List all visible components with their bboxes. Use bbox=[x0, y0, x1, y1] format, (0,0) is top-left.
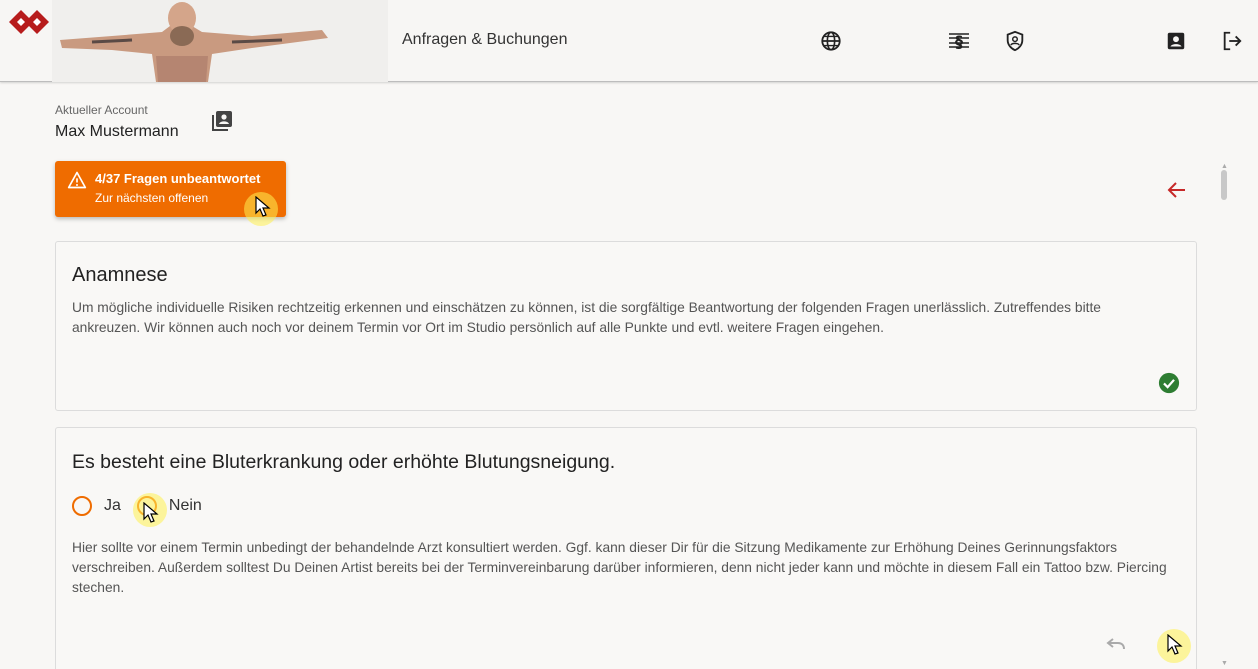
card-description: Um mögliche individuelle Risiken rechtze… bbox=[72, 300, 1101, 335]
scrollbar-thumb[interactable] bbox=[1221, 170, 1227, 200]
svg-text:§: § bbox=[955, 32, 963, 51]
hero-image bbox=[52, 0, 388, 82]
account-name: Max Mustermann bbox=[55, 123, 179, 140]
unanswered-count: 4/37 Fragen unbeantwortet bbox=[95, 171, 261, 186]
anamnese-card: Anamnese Um mögliche individuelle Risike… bbox=[55, 241, 1197, 411]
card-title: Anamnese bbox=[72, 264, 168, 286]
question-card: Es besteht eine Bluterkrankung oder erhö… bbox=[55, 427, 1197, 669]
switch-account-icon[interactable] bbox=[210, 109, 234, 133]
globe-icon[interactable] bbox=[819, 29, 843, 53]
paragraph-law-icon[interactable]: § bbox=[947, 29, 971, 53]
warning-icon bbox=[67, 171, 87, 189]
radio-ja-label: Ja bbox=[104, 497, 121, 514]
next-open-link: Zur nächsten offenen bbox=[95, 191, 209, 205]
answer-options: Ja Nein bbox=[72, 495, 218, 517]
question-title: Es besteht eine Bluterkrankung oder erhö… bbox=[72, 451, 616, 473]
radio-ja[interactable] bbox=[72, 496, 92, 516]
question-description: Hier sollte vor einem Termin unbedingt d… bbox=[72, 540, 1167, 595]
logo-icon[interactable] bbox=[7, 6, 51, 38]
unanswered-questions-button[interactable]: 4/37 Fragen unbeantwortet Zur nächsten o… bbox=[55, 161, 286, 217]
account-box-icon[interactable] bbox=[1164, 29, 1188, 53]
account-label: Aktueller Account bbox=[55, 103, 148, 117]
scroll-up-arrow[interactable]: ▲ bbox=[1221, 163, 1228, 170]
check-circle-icon bbox=[1158, 372, 1180, 394]
nav-requests-bookings[interactable]: Anfragen & Buchungen bbox=[402, 31, 567, 49]
undo-icon[interactable] bbox=[1104, 633, 1128, 657]
shield-user-icon[interactable] bbox=[1003, 29, 1027, 53]
back-arrow-icon[interactable] bbox=[1165, 178, 1189, 202]
radio-nein[interactable] bbox=[136, 496, 157, 516]
radio-nein-label: Nein bbox=[168, 497, 202, 514]
logout-icon[interactable] bbox=[1220, 29, 1244, 53]
app-header: Anfragen & Buchungen § bbox=[0, 0, 1258, 82]
scroll-down-arrow[interactable]: ▼ bbox=[1221, 660, 1228, 667]
